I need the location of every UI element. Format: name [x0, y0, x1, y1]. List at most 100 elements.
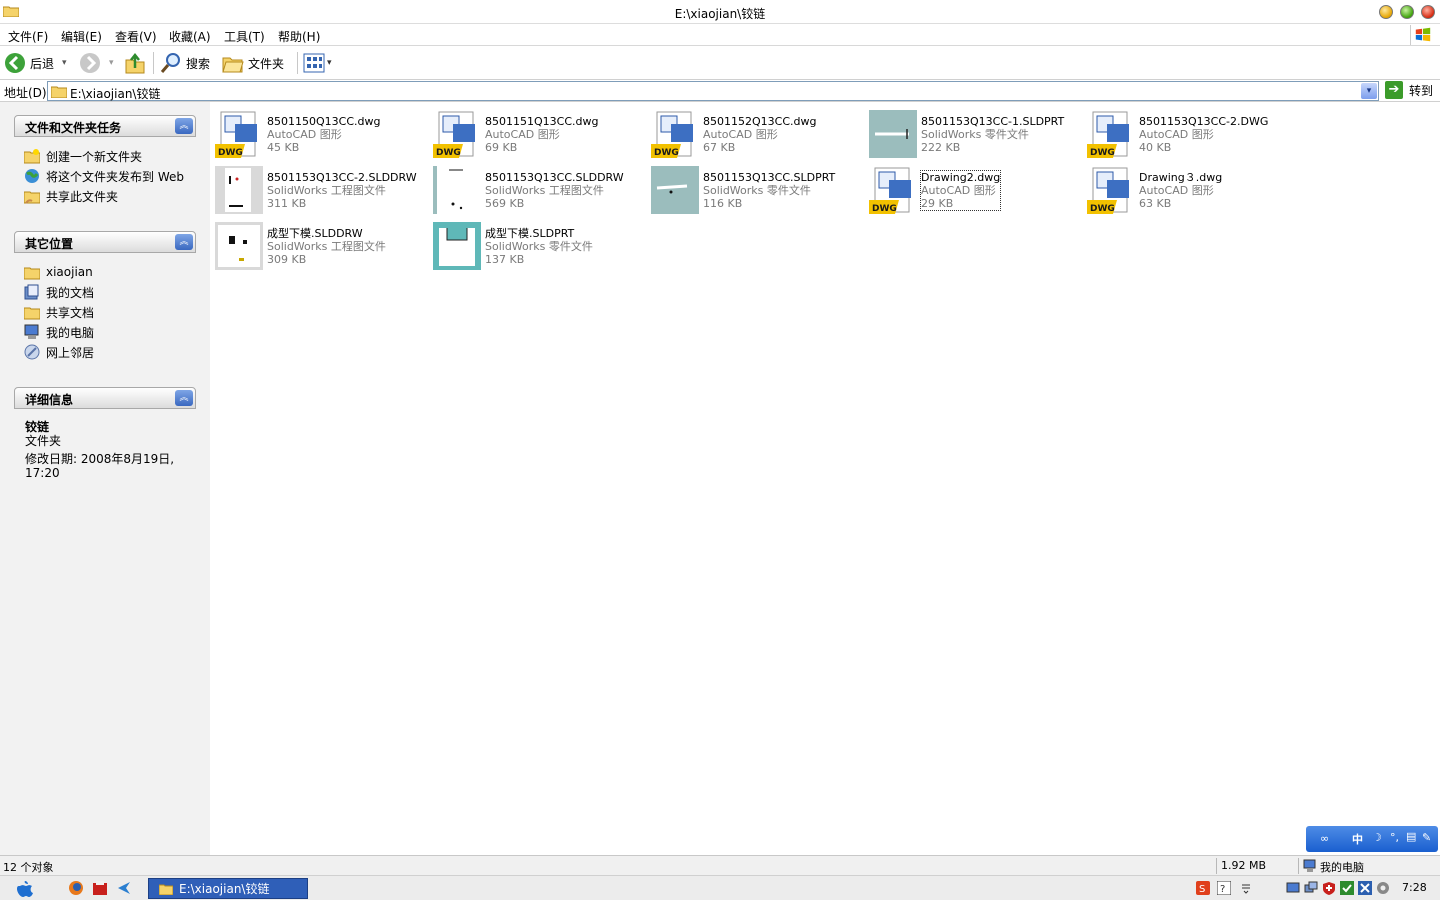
back-dropdown-icon[interactable]: ▾ — [62, 58, 67, 68]
ime-toolbar[interactable]: ∞ 中 ☽ °, ▤ ✎ — [1306, 826, 1438, 852]
file-item[interactable]: 8501153Q13CC.SLDPRT SolidWorks 零件文件 116 KB — [646, 162, 856, 214]
ime-tool-icon[interactable]: ✎ — [1422, 831, 1431, 844]
taskbar-window-button[interactable]: E:\xiaojian\铰链 — [148, 878, 308, 899]
file-type: AutoCAD 图形 — [1139, 128, 1214, 141]
network-tray-icon[interactable] — [1286, 881, 1300, 895]
shield-tray-icon[interactable] — [1322, 881, 1336, 895]
file-item[interactable]: 成型下模.SLDDRW SolidWorks 工程图文件 309 KB — [210, 218, 420, 270]
file-tasks-header[interactable]: 文件和文件夹任务 ︽ — [14, 115, 196, 137]
computer-icon — [24, 324, 39, 339]
monitor-tray-icon[interactable] — [1304, 881, 1318, 895]
svg-text:DWG: DWG — [218, 148, 243, 158]
start-button-icon[interactable] — [16, 880, 34, 898]
file-size: 137 KB — [485, 253, 525, 266]
svg-text:DWG: DWG — [654, 148, 679, 158]
place-my-computer[interactable]: 我的电脑 — [24, 323, 94, 341]
dwg-icon: DWG — [651, 110, 699, 158]
place-label: xiaojian — [46, 265, 93, 279]
collapse-icon[interactable]: ︽ — [175, 118, 193, 134]
part-thumbnail — [651, 166, 699, 214]
file-item[interactable]: DWG 8501152Q13CC.dwg AutoCAD 图形 67 KB — [646, 106, 856, 158]
ime-keyboard-icon[interactable]: ▤ — [1406, 830, 1416, 843]
place-network[interactable]: 网上邻居 — [24, 343, 94, 361]
file-list[interactable]: DWG 8501150Q13CC.dwg AutoCAD 图形 45 KB DWG … — [210, 102, 1440, 855]
menu-tools[interactable]: 工具(T) — [224, 28, 265, 45]
place-label: 我的文档 — [46, 285, 95, 300]
file-size: 69 KB — [485, 141, 518, 154]
menu-favorites[interactable]: 收藏(A) — [169, 28, 211, 45]
ime-punct-icon[interactable]: °, — [1390, 831, 1399, 844]
address-input[interactable]: E:\xiaojian\铰链 ▾ — [47, 81, 1379, 101]
taskbar: E:\xiaojian\铰链 S ? 7:28 — [0, 875, 1440, 900]
help-icon[interactable]: ? — [1217, 881, 1231, 895]
menu-view[interactable]: 查看(V) — [115, 28, 157, 45]
forward-dropdown-icon[interactable]: ▾ — [109, 58, 114, 68]
minimize-button[interactable] — [1379, 5, 1393, 19]
part-thumbnail — [433, 222, 481, 270]
task-label: 将这个文件夹发布到 Web — [46, 169, 184, 184]
search-icon — [160, 53, 180, 73]
file-item[interactable]: 成型下模.SLDPRT SolidWorks 零件文件 137 KB — [428, 218, 638, 270]
folders-icon — [222, 57, 244, 73]
up-folder-button[interactable] — [125, 51, 145, 75]
svg-text:DWG: DWG — [872, 204, 897, 214]
sogou-icon[interactable]: S — [1196, 881, 1210, 895]
file-item[interactable]: 8501153Q13CC.SLDDRW SolidWorks 工程图文件 569 K… — [428, 162, 638, 214]
file-item[interactable]: DWG 8501151Q13CC.dwg AutoCAD 图形 69 KB — [428, 106, 638, 158]
gear-tray-icon[interactable] — [1376, 881, 1390, 895]
file-size: 222 KB — [921, 141, 961, 154]
file-size: 569 KB — [485, 197, 525, 210]
tray-menu-icon[interactable] — [1239, 881, 1253, 895]
address-dropdown-icon[interactable]: ▾ — [1361, 83, 1377, 99]
ime-logo-icon: ∞ — [1320, 832, 1330, 845]
place-label: 我的电脑 — [46, 325, 95, 340]
security-tray-icon[interactable] — [1340, 881, 1354, 895]
disconnect-tray-icon[interactable] — [1358, 881, 1372, 895]
place-shared-documents[interactable]: 共享文档 — [24, 303, 94, 321]
window-title: E:\xiaojian\铰链 — [674, 7, 766, 21]
views-icon — [303, 53, 325, 73]
file-type: SolidWorks 工程图文件 — [267, 240, 386, 253]
folder-icon — [159, 884, 173, 895]
place-xiaojian[interactable]: xiaojian — [24, 263, 93, 281]
arrow-app-icon[interactable] — [116, 880, 132, 896]
back-label: 后退 — [30, 56, 55, 71]
other-places-header[interactable]: 其它位置 ︽ — [14, 231, 196, 253]
file-item[interactable]: DWG Drawing2.dwg AutoCAD 图形 29 KB — [864, 162, 1074, 214]
task-publish-web[interactable]: 将这个文件夹发布到 Web — [24, 167, 184, 185]
windows-logo-icon — [1410, 25, 1431, 45]
menu-edit[interactable]: 编辑(E) — [61, 28, 102, 45]
forward-button[interactable]: ▾ — [79, 51, 114, 75]
file-item[interactable]: DWG 8501153Q13CC-2.DWG AutoCAD 图形 40 KB — [1082, 106, 1292, 158]
collapse-icon[interactable]: ︽ — [175, 390, 193, 406]
title-bar[interactable]: E:\xiaojian\铰链 — [0, 0, 1440, 24]
drawing-thumbnail — [215, 166, 263, 214]
task-new-folder[interactable]: 创建一个新文件夹 — [24, 147, 142, 165]
place-my-documents[interactable]: 我的文档 — [24, 283, 94, 301]
search-button[interactable]: 搜索 — [160, 51, 210, 75]
close-button[interactable] — [1421, 5, 1435, 19]
collapse-icon[interactable]: ︽ — [175, 234, 193, 250]
file-type: SolidWorks 工程图文件 — [267, 184, 386, 197]
details-header[interactable]: 详细信息 ︽ — [14, 387, 196, 409]
folders-button[interactable]: 文件夹 — [222, 51, 284, 75]
menu-file[interactable]: 文件(F) — [8, 28, 48, 45]
views-button[interactable]: ▾ — [303, 51, 332, 75]
file-item[interactable]: 8501153Q13CC-1.SLDPRT SolidWorks 零件文件 222 … — [864, 106, 1074, 158]
place-label: 网上邻居 — [46, 345, 95, 360]
firefox-icon[interactable] — [68, 880, 84, 896]
file-type: AutoCAD 图形 — [1139, 184, 1214, 197]
file-item[interactable]: DWG 8501150Q13CC.dwg AutoCAD 图形 45 KB — [210, 106, 420, 158]
task-share-folder[interactable]: 共享此文件夹 — [24, 187, 118, 205]
file-item[interactable]: 8501153Q13CC-2.SLDDRW SolidWorks 工程图文件 311… — [210, 162, 420, 214]
address-bar: 地址(D) E:\xiaojian\铰链 ▾ ➔ 转到 — [0, 80, 1440, 102]
toolbar-separator — [297, 52, 298, 74]
app-box-icon[interactable] — [92, 880, 108, 896]
menu-help[interactable]: 帮助(H) — [278, 28, 320, 45]
back-button[interactable]: 后退 ▾ — [4, 51, 67, 75]
ime-moon-icon[interactable]: ☽ — [1372, 831, 1382, 844]
file-item[interactable]: DWG Drawing３.dwg AutoCAD 图形 63 KB — [1082, 162, 1292, 214]
go-button[interactable]: ➔ 转到 — [1385, 81, 1433, 99]
ime-mode-label[interactable]: 中 — [1352, 831, 1363, 847]
maximize-button[interactable] — [1400, 5, 1414, 19]
